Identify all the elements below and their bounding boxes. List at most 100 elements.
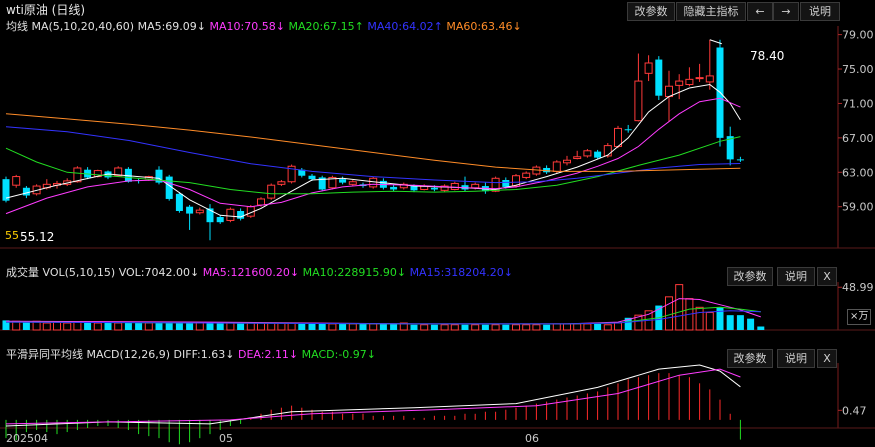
- volume-bar-down: [318, 323, 326, 330]
- volume-unit-label: ×万: [847, 309, 872, 325]
- volume-bar-down: [390, 323, 398, 330]
- candle-up: [277, 181, 286, 185]
- candle-down: [186, 206, 194, 214]
- volume-bar-down: [104, 322, 112, 330]
- volume-bar-up: [144, 322, 153, 331]
- volume-bar-down: [124, 322, 132, 330]
- volume-bar-down: [594, 323, 602, 330]
- macd-tick-label: 0.47: [842, 404, 867, 417]
- ma10-line: [5, 97, 741, 215]
- volume-bar-up: [471, 324, 480, 331]
- volume-bar-down: [736, 315, 744, 330]
- volume-bar-up: [63, 322, 72, 331]
- candle-up: [195, 209, 204, 214]
- candle-down: [22, 187, 30, 196]
- candle-up: [348, 181, 357, 185]
- price-tick-label: 71.00: [842, 97, 874, 110]
- price-tick-label: 59.00: [842, 201, 874, 214]
- volume-bar-up: [287, 322, 296, 331]
- candle-down: [339, 179, 347, 183]
- volume-bar-up: [603, 324, 612, 331]
- candle-up: [267, 184, 276, 199]
- volume-bar-up: [675, 284, 684, 331]
- volume-bar-down: [22, 322, 30, 330]
- volume-bar-down: [237, 323, 245, 330]
- price-tick-label: 63.00: [842, 166, 874, 179]
- volume-bar-down: [379, 323, 387, 330]
- volume-bar-up: [491, 324, 500, 331]
- volume-bar-down: [175, 323, 183, 330]
- candle-up: [522, 172, 531, 178]
- volume-bar-down: [481, 324, 489, 330]
- candle-up: [685, 78, 694, 86]
- volume-bar-up: [705, 312, 714, 331]
- x-label-202504: 202504: [6, 432, 48, 445]
- volume-bar-up: [440, 324, 449, 331]
- volume-bar-up: [328, 323, 337, 331]
- macd-panel: [5, 364, 741, 445]
- volume-bar-up: [226, 322, 235, 331]
- volume-bar-up: [420, 324, 429, 331]
- candle-up: [552, 161, 561, 172]
- volume-bar-down: [716, 307, 724, 330]
- candle-down: [594, 151, 602, 158]
- volume-bar-up: [563, 323, 571, 331]
- candle-up: [563, 159, 571, 164]
- candle-up: [257, 198, 265, 206]
- volume-bar-up: [450, 324, 459, 331]
- candle-up: [583, 150, 592, 157]
- volume-bar-up: [277, 322, 286, 331]
- price-tick-label: 79.00: [842, 29, 874, 42]
- volume-bar-down: [726, 315, 734, 330]
- volume-bar-down: [757, 326, 765, 330]
- volume-bar-down: [461, 324, 469, 330]
- candle-down: [175, 193, 183, 211]
- volume-bar-down: [359, 323, 367, 330]
- volume-bar-up: [114, 322, 123, 331]
- candle-up: [12, 176, 21, 186]
- candle-up: [471, 183, 480, 189]
- ma60-line: [5, 113, 741, 172]
- price-tick-label: 67.00: [842, 132, 874, 145]
- volume-bar-down: [410, 324, 418, 330]
- volume-bar-up: [573, 323, 582, 331]
- high-price-label: 78.40: [750, 49, 785, 63]
- candle-up: [675, 80, 684, 86]
- volume-bar-down: [430, 324, 438, 330]
- candle-up: [369, 177, 378, 188]
- candle-up: [705, 75, 714, 83]
- volume-bar-up: [583, 323, 592, 331]
- candle-down: [237, 211, 245, 219]
- candle-down: [216, 217, 224, 223]
- volume-bar-down: [155, 323, 163, 330]
- volume-bar-up: [73, 321, 82, 331]
- low-price-label: 55.12: [20, 230, 55, 244]
- axes: 79.00 75.00 71.00 67.00 63.00 59.00 48.99 0.47: [842, 29, 874, 418]
- price-panel: [2, 39, 744, 241]
- candle-down: [308, 175, 316, 180]
- volume-bar-up: [695, 306, 704, 331]
- volume-bar-up: [665, 296, 673, 331]
- volume-bar-down: [298, 323, 306, 330]
- candle-up: [614, 127, 622, 147]
- volume-bar-up: [93, 322, 102, 331]
- volume-bar-up: [42, 322, 51, 331]
- volume-bar-down: [747, 318, 755, 330]
- volume-tick-label: 48.99: [842, 281, 874, 294]
- volume-bar-up: [512, 324, 520, 331]
- volume-bar-up: [522, 324, 531, 331]
- candle-up: [665, 85, 673, 98]
- chart-canvas[interactable]: 79.00 75.00 71.00 67.00 63.00 59.00 48.99 0.47: [0, 0, 875, 447]
- candle-down: [624, 129, 632, 131]
- price-tick-label: 75.00: [842, 63, 874, 76]
- volume-bar-down: [308, 323, 316, 330]
- volume-bar-up: [257, 322, 265, 331]
- volume-bar-up: [348, 323, 357, 331]
- candle-down: [410, 186, 418, 191]
- volume-bar-up: [369, 323, 378, 331]
- candle-down: [502, 180, 510, 187]
- volume-bar-up: [267, 322, 276, 331]
- candle-up: [573, 156, 582, 160]
- volume-bar-down: [502, 324, 510, 330]
- low-price-marker: 55: [5, 229, 19, 242]
